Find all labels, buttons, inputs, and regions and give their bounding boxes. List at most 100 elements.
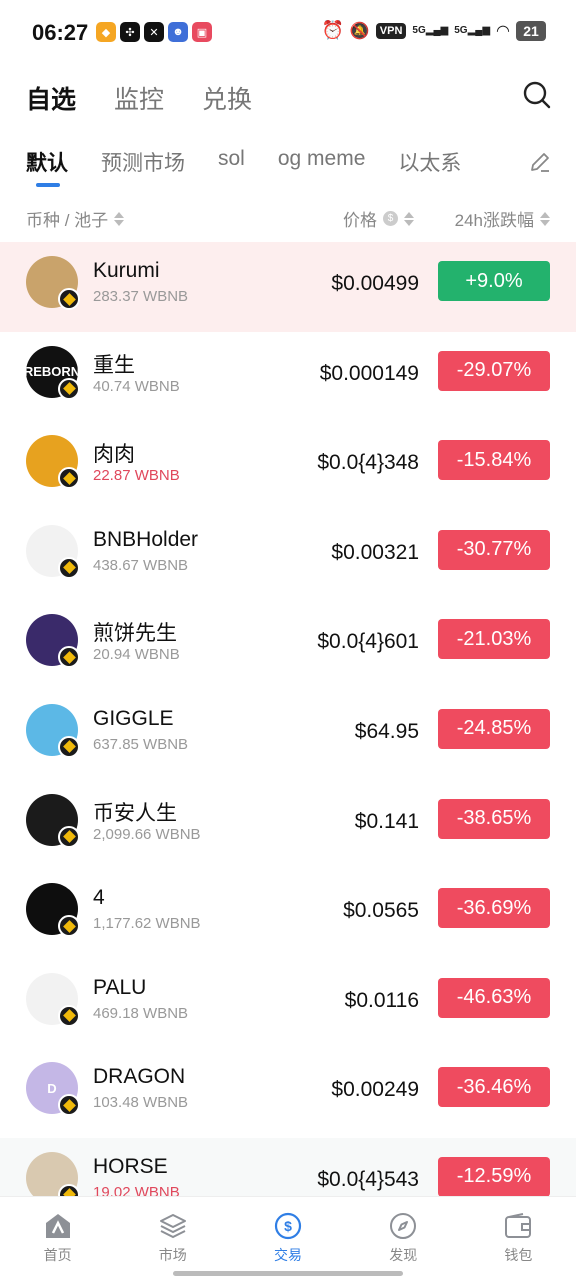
token-price: $0.000149 (319, 361, 419, 385)
token-avatar: D (26, 1062, 80, 1117)
search-icon (523, 81, 551, 109)
token-change-badge[interactable]: -15.84% (438, 440, 550, 481)
nav-discover-label: 发现 (389, 1247, 418, 1263)
column-pair-label: 币种 / 池子 (26, 211, 109, 230)
token-row[interactable]: 肉肉 22.87 WBNB $0.0{4}348 -15.84% (0, 421, 576, 511)
token-liquidity: 283.37 WBNB (93, 288, 189, 305)
search-button[interactable] (522, 80, 552, 110)
token-row[interactable]: 煎饼先生 20.94 WBNB $0.0{4}601 -21.03% (0, 600, 576, 690)
bnb-chain-icon (58, 288, 80, 310)
app-notification-icon: ☻ (168, 22, 188, 42)
token-name: 煎饼先生 (93, 622, 177, 646)
token-change-badge[interactable]: -21.03% (438, 619, 550, 660)
column-change-label: 24h涨跌幅 (454, 211, 534, 230)
nav-market-label: 市场 (158, 1247, 187, 1263)
bnb-chain-icon (58, 915, 80, 938)
system-icons: ⏰ 🔕 VPN 5G▂▄▆ 5G▂▄▆ ◠ 21 (321, 20, 546, 41)
app-notification-icon: ◆ (96, 22, 116, 42)
token-change-badge[interactable]: -12.59% (438, 1156, 550, 1197)
tab-monitor[interactable]: 监控 (114, 80, 164, 116)
token-name: GIGGLE (93, 706, 174, 730)
category-tabs: 默认 预测市场 sol og meme 以太系 (26, 147, 461, 187)
token-liquidity: 22.87 WBNB (93, 467, 180, 485)
bnb-chain-icon (58, 556, 80, 579)
token-change-badge[interactable]: -36.46% (438, 1067, 550, 1108)
signal-icon: 5G▂▄▆ (412, 25, 449, 36)
sort-icon (540, 211, 550, 226)
token-price: $0.00321 (331, 540, 419, 564)
x-app-icon: ✕ (144, 22, 164, 42)
token-change-badge[interactable]: -46.63% (438, 977, 550, 1018)
token-row[interactable]: 币安人生 2,099.66 WBNB $0.141 -38.65% (0, 780, 576, 870)
nav-wallet[interactable]: 钱包 (461, 1197, 576, 1280)
nav-discover[interactable]: 发现 (346, 1197, 461, 1280)
sort-icon (114, 211, 125, 226)
token-change-badge[interactable]: -36.69% (438, 888, 550, 929)
bnb-chain-icon (58, 1004, 80, 1027)
tab-sol[interactable]: sol (218, 147, 245, 171)
token-row[interactable]: 4 1,177.62 WBNB $0.0565 -36.69% (0, 869, 576, 959)
alarm-icon: ⏰ (321, 20, 344, 40)
bnb-chain-icon (58, 646, 80, 669)
bnb-chain-icon (58, 735, 80, 758)
bnb-chain-icon (58, 467, 80, 490)
token-row[interactable]: D DRAGON 103.48 WBNB $0.00249 -36.46% (0, 1048, 576, 1138)
token-row[interactable]: BNBHolder 438.67 WBNB $0.00321 -30.77% (0, 511, 576, 601)
nav-trade[interactable]: $ 交易 (230, 1197, 345, 1280)
token-liquidity: 2,099.66 WBNB (93, 825, 201, 843)
layers-icon (158, 1211, 188, 1241)
token-row[interactable]: PALU 469.18 WBNB $0.0116 -46.63% (0, 959, 576, 1049)
currency-info-icon[interactable]: $ (383, 211, 398, 226)
svg-text:$: $ (284, 1218, 292, 1234)
status-bar: 06:27 ◆ ✣ ✕ ☻ ▣ ⏰ 🔕 VPN 5G▂▄▆ 5G▂▄▆ ◠ 21 (0, 0, 576, 68)
edit-button[interactable] (528, 150, 552, 174)
bnb-chain-icon (58, 1094, 80, 1117)
compass-icon (388, 1211, 418, 1241)
token-avatar (26, 256, 80, 310)
nav-home[interactable]: 首页 (0, 1197, 115, 1280)
token-change-badge[interactable]: -38.65% (438, 798, 550, 839)
token-name: Kurumi (93, 259, 160, 282)
token-avatar (26, 972, 80, 1027)
sort-by-price[interactable]: 价格 $ (343, 206, 414, 231)
token-avatar (26, 793, 80, 848)
token-price: $0.0116 (344, 988, 419, 1012)
token-name: HORSE (93, 1154, 168, 1178)
token-name: 肉肉 (93, 443, 135, 467)
token-price: $0.00249 (331, 1078, 419, 1102)
token-liquidity: 438.67 WBNB (93, 556, 189, 574)
token-liquidity: 40.74 WBNB (93, 377, 180, 395)
bnb-chain-icon (58, 377, 80, 400)
nav-market[interactable]: 市场 (115, 1197, 230, 1280)
token-name: 重生 (93, 353, 135, 377)
token-avatar (26, 435, 80, 490)
sort-by-pair[interactable]: 币种 / 池子 (26, 206, 125, 231)
token-row[interactable]: GIGGLE 637.85 WBNB $64.95 -24.85% (0, 690, 576, 780)
token-change-badge[interactable]: -30.77% (438, 529, 550, 570)
token-avatar (26, 703, 80, 758)
token-price: $0.0{4}601 (317, 630, 419, 654)
token-row[interactable]: Kurumi 283.37 WBNB $0.00499 +9.0% (0, 242, 576, 332)
notification-icons: ◆ ✣ ✕ ☻ ▣ (96, 22, 212, 42)
token-name: 4 (93, 886, 105, 910)
token-change-badge[interactable]: -29.07% (438, 350, 550, 391)
tab-default[interactable]: 默认 (26, 147, 68, 187)
app-notification-icon: ✣ (120, 22, 140, 42)
token-name: PALU (93, 975, 147, 999)
pencil-icon (531, 153, 549, 172)
token-avatar (26, 524, 80, 579)
mute-icon: 🔕 (349, 22, 370, 40)
nav-trade-label: 交易 (274, 1247, 302, 1263)
token-row[interactable]: REBORN 重生 40.74 WBNB $0.000149 -29.07% (0, 332, 576, 422)
token-change-badge[interactable]: -24.85% (438, 708, 550, 749)
tab-watchlist[interactable]: 自选 (26, 80, 76, 116)
tab-swap[interactable]: 兑换 (202, 80, 252, 116)
token-liquidity: 637.85 WBNB (93, 735, 189, 753)
sort-by-change[interactable]: 24h涨跌幅 (455, 206, 550, 231)
bottom-nav: 首页 市场 $ 交易 发现 钱包 (0, 1196, 576, 1280)
token-avatar (26, 614, 80, 669)
tab-ethereum[interactable]: 以太系 (398, 147, 461, 177)
tab-og-meme[interactable]: og meme (278, 147, 366, 171)
token-change-badge[interactable]: +9.0% (438, 261, 550, 301)
tab-prediction-market[interactable]: 预测市场 (101, 147, 185, 177)
